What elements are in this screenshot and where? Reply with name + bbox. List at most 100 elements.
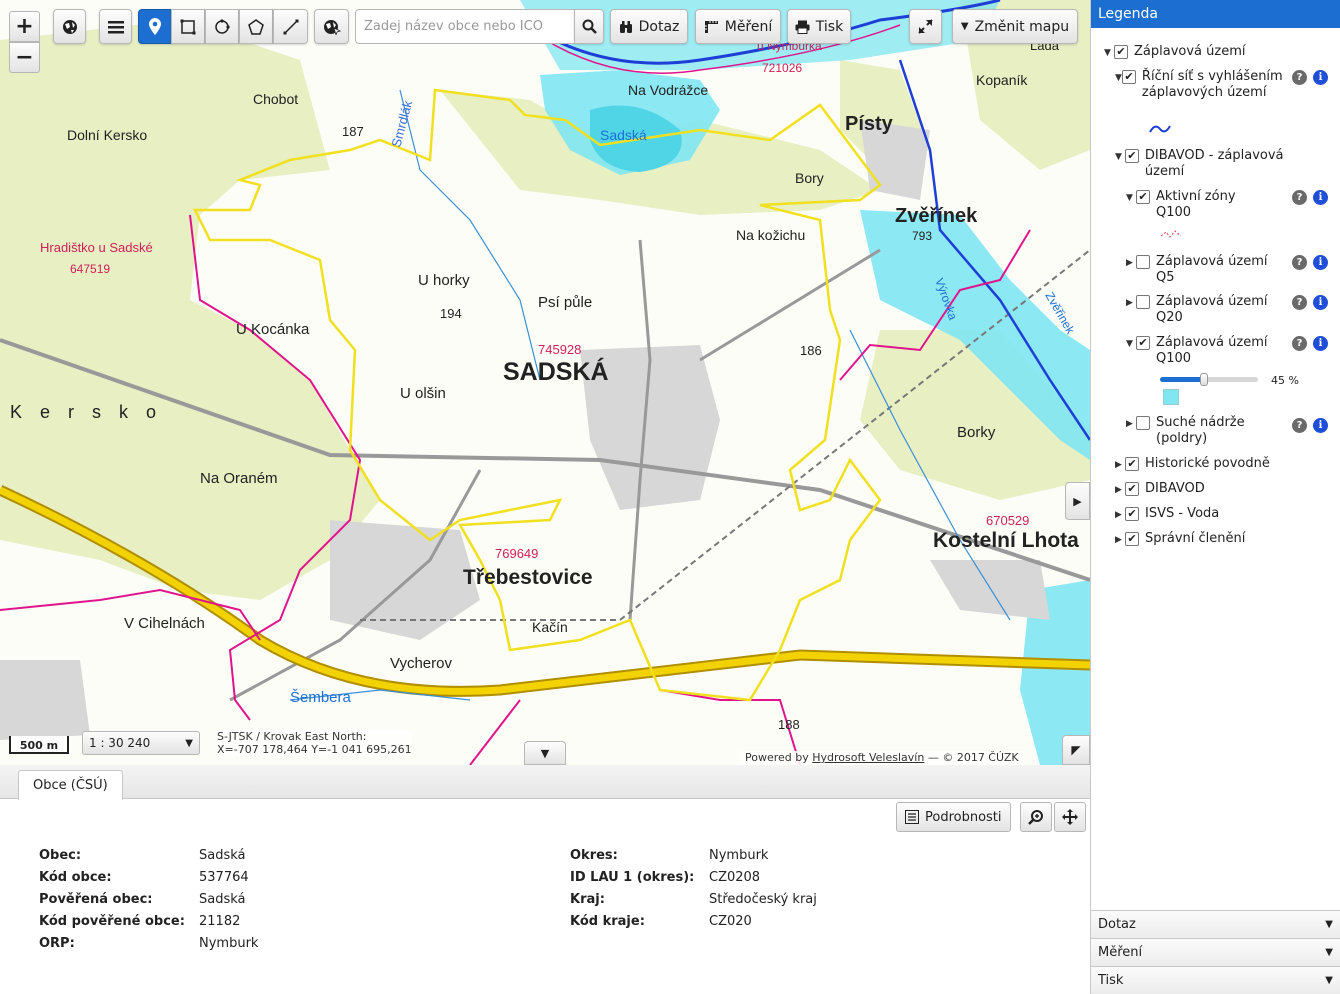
info-icon[interactable]: i bbox=[1313, 190, 1328, 205]
checkbox-checked[interactable]: ✔ bbox=[1125, 457, 1139, 471]
map-label: Vycherov bbox=[390, 655, 452, 672]
legend-item-active-zones-q100[interactable]: ▼ ✔ Aktivní zóny Q100 bbox=[1126, 189, 1286, 221]
zoom-out-button[interactable]: − bbox=[9, 42, 40, 73]
map-label: 647519 bbox=[70, 262, 110, 276]
legend-item-dibavod[interactable]: ▶ ✔ DIBAVOD bbox=[1115, 481, 1205, 498]
accordion-label: Dotaz bbox=[1098, 917, 1136, 932]
info-value: CZ020 bbox=[709, 914, 752, 929]
pan-to-feature-button[interactable] bbox=[1054, 802, 1086, 832]
legend-item-flood-areas[interactable]: ▼ ✔ Záplavová území bbox=[1104, 44, 1245, 61]
measure-button[interactable]: Měření bbox=[695, 9, 781, 44]
search-input[interactable] bbox=[355, 9, 575, 44]
toggle-bottom-panel-button[interactable]: ▼ bbox=[524, 741, 566, 765]
map-label: V Cihelnách bbox=[124, 615, 205, 632]
select-line-button[interactable] bbox=[273, 9, 308, 44]
checkbox-checked[interactable]: ✔ bbox=[1125, 532, 1139, 546]
print-button[interactable]: Tisk bbox=[787, 9, 851, 44]
expand-legend-button[interactable]: ▶ bbox=[1065, 482, 1090, 520]
checkbox-checked[interactable]: ✔ bbox=[1125, 507, 1139, 521]
measure-label: Měření bbox=[724, 18, 773, 35]
checkbox-unchecked[interactable] bbox=[1136, 295, 1150, 309]
overview-map-button[interactable]: ◤ bbox=[1062, 735, 1090, 765]
map-label: Smrdlák bbox=[388, 98, 415, 148]
search-button[interactable] bbox=[574, 9, 604, 44]
caret-down-icon[interactable]: ▼ bbox=[1126, 336, 1136, 352]
attribution-prefix: Powered by bbox=[745, 751, 813, 764]
ruler-icon bbox=[704, 20, 718, 33]
help-icon[interactable]: ? bbox=[1292, 190, 1307, 205]
legend-item-dibavod-flood[interactable]: ▼ ✔ DIBAVOD - záplavová území bbox=[1115, 148, 1325, 180]
caret-right-icon[interactable]: ▶ bbox=[1126, 416, 1136, 432]
help-icon[interactable]: ? bbox=[1292, 418, 1307, 433]
fullscreen-button[interactable] bbox=[909, 9, 942, 44]
checkbox-checked[interactable]: ✔ bbox=[1136, 190, 1150, 204]
accordion-measure[interactable]: Měření ▼ bbox=[1091, 938, 1340, 966]
caret-right-icon[interactable]: ▶ bbox=[1115, 532, 1125, 548]
details-button[interactable]: Podrobnosti bbox=[896, 802, 1011, 832]
info-key: ID LAU 1 (okres): bbox=[570, 870, 695, 885]
zoom-to-feature-button[interactable] bbox=[1020, 802, 1052, 832]
legend-item-dry-reservoirs[interactable]: ▶ Suché nádrže (poldry) bbox=[1126, 415, 1286, 447]
help-icon[interactable]: ? bbox=[1292, 255, 1307, 270]
map-label: Na kožichu bbox=[736, 227, 805, 243]
map-label: Písty bbox=[845, 113, 894, 135]
checkbox-checked[interactable]: ✔ bbox=[1136, 336, 1150, 350]
info-icon[interactable]: i bbox=[1313, 418, 1328, 433]
caret-right-icon[interactable]: ▶ bbox=[1115, 482, 1125, 498]
legend-item-admin-division[interactable]: ▶ ✔ Správní členění bbox=[1115, 531, 1245, 548]
legend-item-flood-q20[interactable]: ▶ Záplavová území Q20 bbox=[1126, 294, 1286, 326]
info-value: Sadská bbox=[199, 892, 246, 907]
select-rectangle-button[interactable] bbox=[171, 9, 205, 44]
checkbox-checked[interactable]: ✔ bbox=[1121, 70, 1136, 84]
opacity-slider[interactable] bbox=[1160, 373, 1258, 386]
map-label: 187 bbox=[342, 124, 364, 139]
caret-down-icon[interactable]: ▼ bbox=[1115, 149, 1125, 165]
query-button[interactable]: Dotaz bbox=[610, 9, 688, 44]
checkbox-checked[interactable]: ✔ bbox=[1114, 45, 1128, 59]
tab-obce[interactable]: Obce (ČSÚ) bbox=[18, 770, 123, 800]
select-circle-button[interactable] bbox=[205, 9, 239, 44]
legend-item-flood-q100[interactable]: ▼ ✔ Záplavová území Q100 bbox=[1126, 335, 1286, 367]
scale-select[interactable]: 1 : 30 240 ▼ bbox=[82, 731, 200, 755]
info-row: ORP: Nymburk bbox=[39, 936, 258, 958]
map-view[interactable]: Hradištko u Sadské 647519 Dolní Kersko C… bbox=[0, 0, 1090, 765]
caret-down-icon[interactable]: ▼ bbox=[1104, 45, 1114, 61]
caret-right-icon[interactable]: ▶ bbox=[1115, 507, 1125, 523]
checkbox-checked[interactable]: ✔ bbox=[1124, 149, 1139, 163]
caret-right-icon[interactable]: ▶ bbox=[1126, 295, 1136, 311]
checkbox-unchecked[interactable] bbox=[1136, 255, 1150, 269]
attribution-link[interactable]: Hydrosoft Veleslavín bbox=[812, 751, 924, 764]
opacity-slider-handle[interactable] bbox=[1200, 373, 1208, 386]
help-icon[interactable]: ? bbox=[1292, 336, 1307, 351]
help-icon[interactable]: ? bbox=[1292, 70, 1307, 85]
caret-down-icon[interactable]: ▼ bbox=[1115, 70, 1122, 86]
info-icon[interactable]: i bbox=[1313, 255, 1328, 270]
change-map-button[interactable]: ▼ Změnit mapu bbox=[952, 9, 1078, 44]
help-icon[interactable]: ? bbox=[1292, 295, 1307, 310]
caret-right-icon[interactable]: ▶ bbox=[1115, 457, 1125, 473]
identify-layer-button[interactable] bbox=[314, 9, 349, 44]
checkbox-unchecked[interactable] bbox=[1136, 416, 1150, 430]
accordion-print[interactable]: Tisk ▼ bbox=[1091, 966, 1340, 994]
select-polygon-button[interactable] bbox=[239, 9, 273, 44]
checkbox-checked[interactable]: ✔ bbox=[1125, 482, 1139, 496]
map-label: Hradištko u Sadské bbox=[40, 240, 153, 255]
globe-button[interactable] bbox=[53, 9, 86, 44]
accordion-query[interactable]: Dotaz ▼ bbox=[1091, 910, 1340, 938]
info-row: Kód obce: 537764 bbox=[39, 870, 258, 892]
caret-down-icon[interactable]: ▼ bbox=[1126, 190, 1136, 206]
legend-item-flood-q5[interactable]: ▶ Záplavová území Q5 bbox=[1126, 254, 1286, 286]
legend-item-isvs-water[interactable]: ▶ ✔ ISVS - Voda bbox=[1115, 506, 1219, 523]
layers-menu-button[interactable] bbox=[99, 9, 132, 44]
map-label: 186 bbox=[800, 343, 822, 358]
caret-right-icon[interactable]: ▶ bbox=[1126, 255, 1136, 271]
legend-label: Suché nádrže (poldry) bbox=[1156, 415, 1245, 446]
legend-label: Záplavová území bbox=[1134, 44, 1246, 59]
info-icon[interactable]: i bbox=[1313, 70, 1328, 85]
info-icon[interactable]: i bbox=[1313, 336, 1328, 351]
legend-item-river-network[interactable]: ▼ ✔ Říční síť s vyhlášením záplavových ú… bbox=[1115, 69, 1291, 101]
legend-item-historic-floods[interactable]: ▶ ✔ Historické povodně bbox=[1115, 456, 1270, 473]
zoom-in-button[interactable]: + bbox=[9, 11, 40, 42]
select-point-button[interactable] bbox=[138, 9, 172, 44]
info-icon[interactable]: i bbox=[1313, 295, 1328, 310]
